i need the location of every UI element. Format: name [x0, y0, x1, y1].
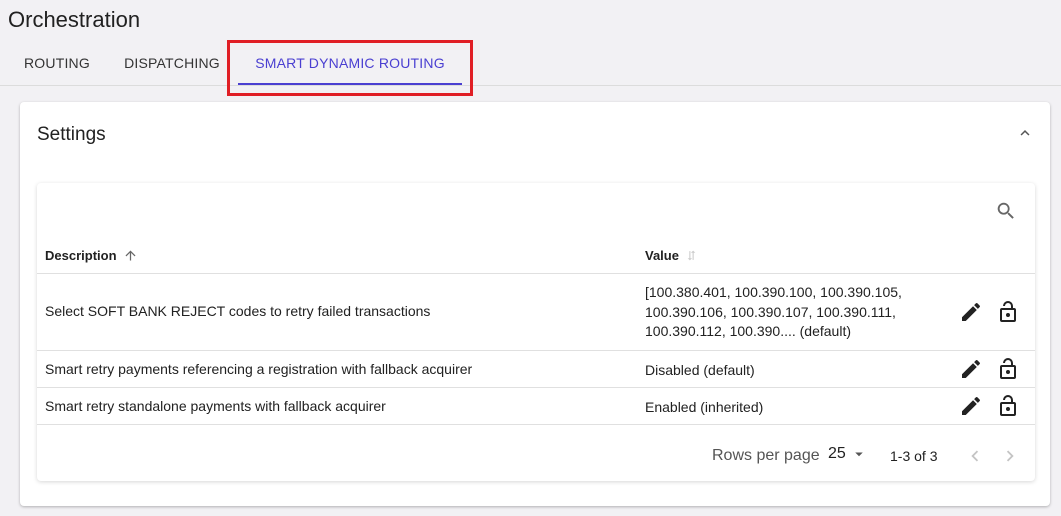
chevron-right-icon[interactable] — [999, 445, 1021, 467]
pagination-range: 1-3 of 3 — [890, 448, 938, 464]
settings-title: Settings — [37, 124, 106, 145]
chevron-up-icon[interactable] — [1016, 124, 1034, 142]
rows-per-page-select[interactable]: 25 — [828, 445, 868, 463]
column-header-description[interactable]: Description — [45, 248, 138, 263]
column-label-value: Value — [645, 248, 679, 263]
unlock-icon[interactable] — [996, 300, 1020, 324]
column-label-description: Description — [45, 248, 117, 263]
row-description: Smart retry payments referencing a regis… — [45, 361, 473, 377]
chevron-left-icon[interactable] — [964, 445, 986, 467]
pencil-icon[interactable] — [959, 300, 983, 324]
settings-card: Settings Description Value Select SOFT B… — [20, 102, 1050, 506]
pencil-icon[interactable] — [959, 394, 983, 418]
search-icon[interactable] — [995, 200, 1017, 222]
row-description: Smart retry standalone payments with fal… — [45, 398, 386, 414]
unlock-icon[interactable] — [996, 394, 1020, 418]
column-header-value[interactable]: Value — [645, 248, 698, 263]
tab-dispatching[interactable]: DISPATCHING — [112, 40, 232, 86]
table-row: Select SOFT BANK REJECT codes to retry f… — [37, 274, 1035, 351]
tab-routing[interactable]: ROUTING — [8, 40, 108, 86]
settings-table: Description Value Select SOFT BANK REJEC… — [37, 183, 1035, 481]
caret-down-icon — [855, 452, 863, 457]
arrow-up-icon — [125, 250, 136, 261]
page-title: Orchestration — [8, 7, 141, 32]
row-value: [100.380.401, 100.390.100, 100.390.105, … — [645, 284, 902, 339]
tab-smart-dynamic-routing[interactable]: SMART DYNAMIC ROUTING — [236, 40, 464, 86]
row-value: Disabled (default) — [645, 362, 755, 378]
rows-per-page-value: 25 — [828, 445, 846, 462]
tab-bar: ROUTING DISPATCHING SMART DYNAMIC ROUTIN… — [0, 40, 1061, 86]
rows-per-page-label: Rows per page — [712, 447, 820, 464]
unlock-icon[interactable] — [996, 357, 1020, 381]
row-description: Select SOFT BANK REJECT codes to retry f… — [45, 303, 431, 319]
table-row: Smart retry payments referencing a regis… — [37, 351, 1035, 388]
table-row: Smart retry standalone payments with fal… — [37, 388, 1035, 425]
table-header: Description Value — [37, 235, 1035, 274]
row-value: Enabled (inherited) — [645, 399, 764, 415]
table-pagination: Rows per page 25 1-3 of 3 — [37, 435, 1035, 475]
sort-icon — [687, 250, 696, 261]
pencil-icon[interactable] — [959, 357, 983, 381]
